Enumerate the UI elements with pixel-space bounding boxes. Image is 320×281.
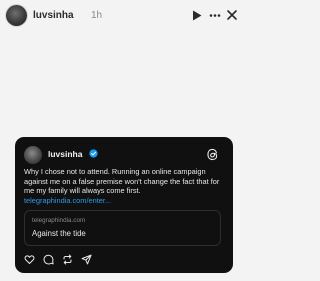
story-time: 1h [91,10,103,21]
story-username[interactable]: luvsinha [33,10,74,21]
more-icon[interactable] [209,10,221,21]
threads-icon [207,148,218,161]
post-link[interactable]: telegraphindia.com/enter... [24,196,111,205]
play-icon[interactable] [192,10,202,21]
link-preview-card[interactable]: telegraphindia.com Against the tide [24,210,221,246]
heart-icon[interactable] [24,254,35,265]
share-icon[interactable] [81,254,92,265]
post-avatar [24,146,42,164]
comment-icon[interactable] [43,254,54,265]
post-text: Why I chose not to attend. Running an on… [24,167,226,205]
close-icon[interactable] [226,9,238,21]
profile-avatar[interactable] [6,5,27,26]
verified-badge-icon [89,149,98,158]
threads-post-card[interactable]: luvsinha Why I chose not to attend. Runn… [15,137,233,273]
story-header: luvsinha 1h [0,0,242,32]
post-body: Why I chose not to attend. Running an on… [24,167,220,196]
link-preview-title: Against the tide [32,229,86,238]
repost-icon[interactable] [62,254,73,265]
link-preview-domain: telegraphindia.com [32,217,86,224]
post-actions [24,254,104,266]
post-username: luvsinha [48,149,83,159]
